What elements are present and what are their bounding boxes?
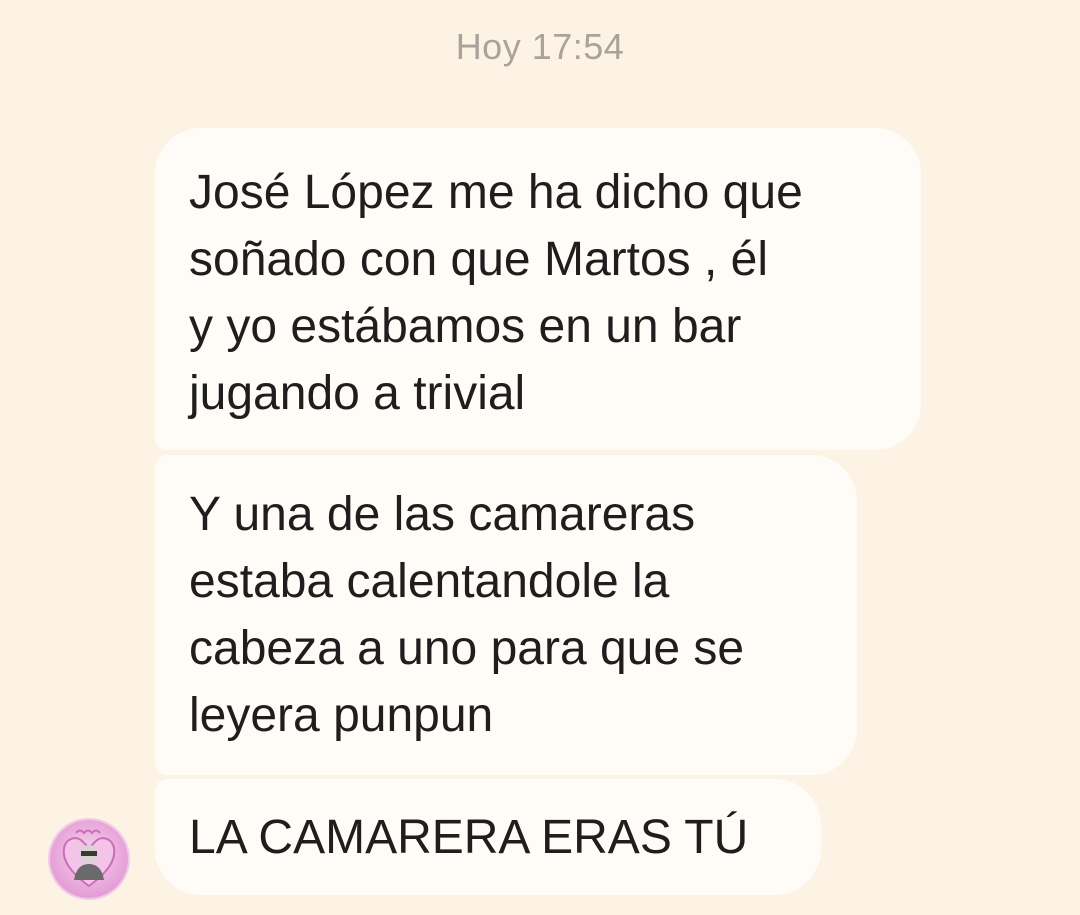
message-bubble[interactable]: LA CAMARERA ERAS TÚ bbox=[155, 779, 821, 895]
message-bubble[interactable]: Y una de las camareras estaba calentando… bbox=[155, 455, 857, 775]
message-timestamp: Hoy 17:54 bbox=[455, 26, 625, 67]
message-bubble[interactable]: José López me ha dicho que soñado con qu… bbox=[155, 128, 921, 450]
chat-thread: Hoy 17:54 José López me ha dicho que soñ… bbox=[0, 0, 1080, 915]
sender-avatar[interactable] bbox=[50, 820, 128, 898]
user-avatar-icon bbox=[62, 829, 116, 888]
